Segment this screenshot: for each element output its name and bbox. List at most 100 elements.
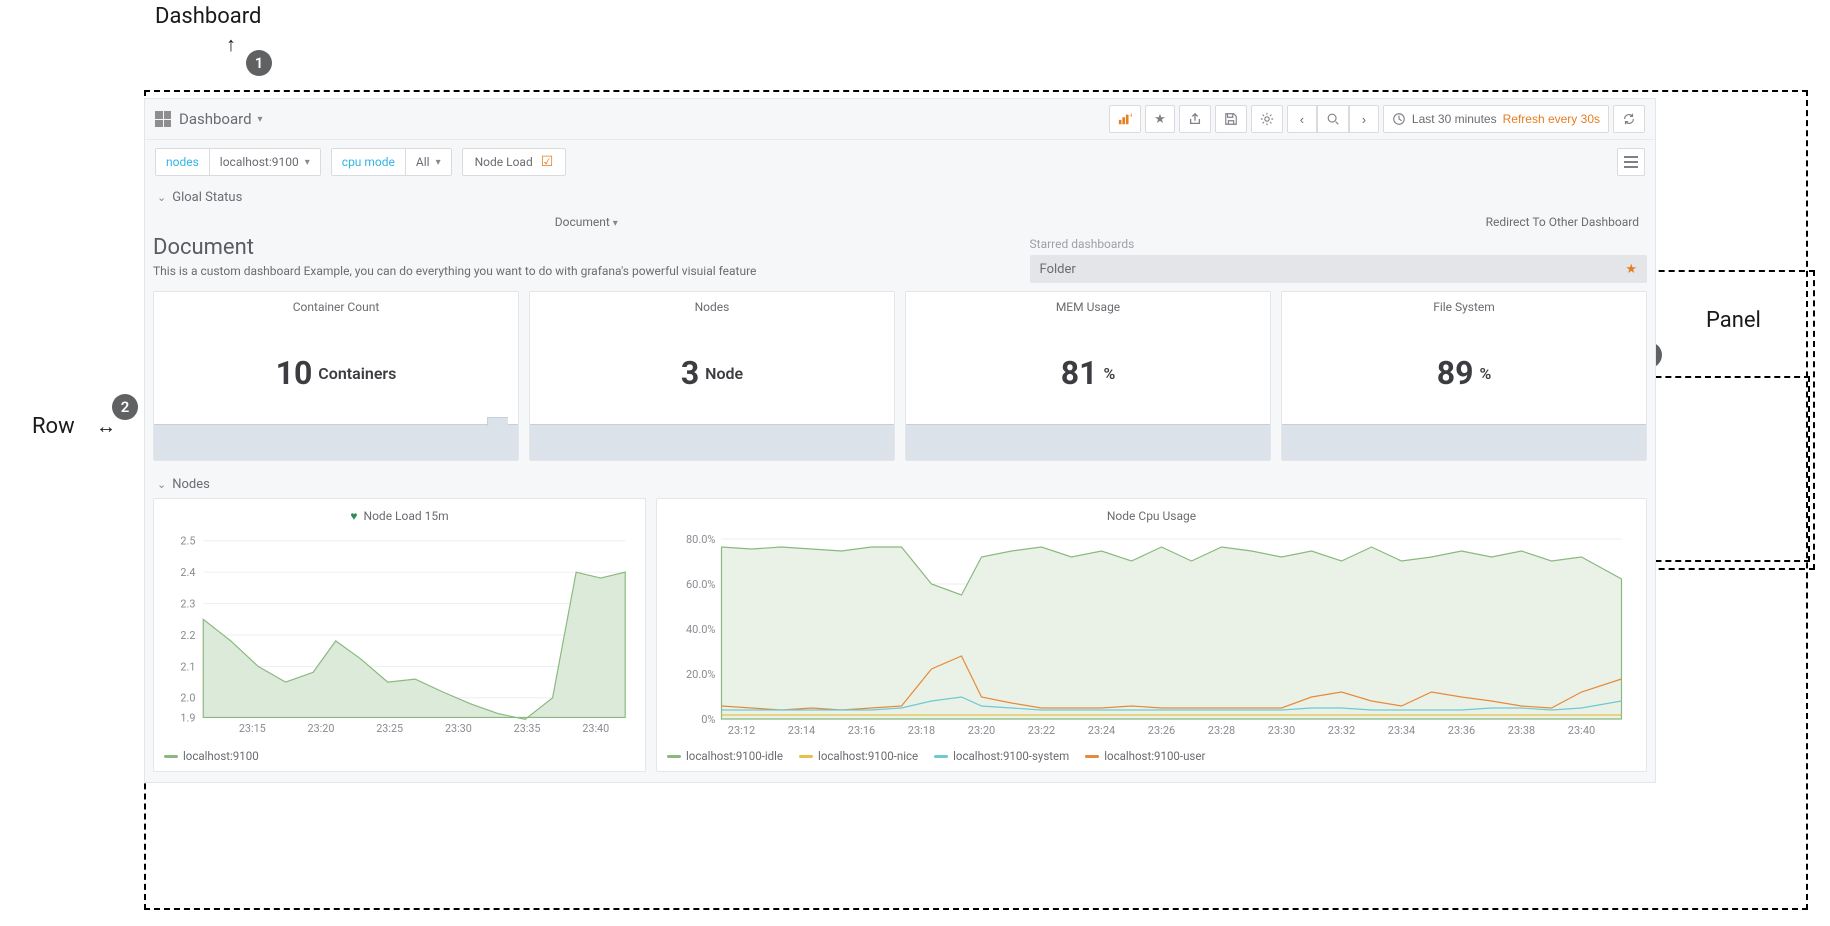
legend-item[interactable]: localhost:9100-idle [667,749,783,763]
svg-text:23:12: 23:12 [728,724,755,737]
panel-title-tab[interactable]: Document ▾ [153,211,1020,233]
stat-unit: Node [705,364,743,383]
svg-text:23:32: 23:32 [1328,724,1355,737]
star-icon: ★ [1625,262,1637,277]
stat-value: 81 [1061,354,1098,392]
svg-text:2.4: 2.4 [180,566,195,579]
settings-button[interactable] [1251,105,1283,133]
dashboard-title-dropdown[interactable]: Dashboard ▾ [179,110,263,128]
topbar-right: + ★ ‹ › Last 30 minutes Refresh every 30… [1109,105,1645,133]
variable-nodes-label: nodes [156,149,210,175]
svg-text:80.0%: 80.0% [686,533,716,546]
save-button[interactable] [1215,105,1247,133]
add-panel-button[interactable]: + [1109,105,1141,133]
legend-item[interactable]: localhost:9100 [164,749,259,763]
arrow-left-right-icon: ↔ [96,414,116,439]
svg-text:2.5: 2.5 [180,535,195,548]
chart-legend: localhost:9100 [164,743,635,763]
node-cpu-chart: 80.0%60.0%40.0%20.0%0% 23:1223:1423:1623… [667,529,1636,739]
variable-nodes[interactable]: nodes localhost:9100▾ [155,148,321,176]
svg-text:23:20: 23:20 [968,724,995,737]
svg-text:20.0%: 20.0% [686,668,716,681]
node-load-label: Node Load [475,155,533,169]
stat-unit: Containers [318,364,396,383]
refresh-interval-text: Refresh every 30s [1503,112,1600,126]
svg-text:1.9: 1.9 [180,711,195,724]
stat-value: 10 [276,354,313,392]
svg-text:23:22: 23:22 [1028,724,1055,737]
chevron-left-icon: ‹ [1300,112,1304,127]
sparkline [530,424,894,460]
chevron-down-icon: ▾ [258,114,263,125]
node-load-chart: 2.52.42.32.22.12.01.9 23:1523:2023:2523:… [164,529,635,739]
node-load-toggle[interactable]: Node Load ☑ [462,148,567,176]
row-menu-button[interactable] [1617,148,1645,176]
chevron-down-icon: ⌄ [157,478,166,491]
variable-cpu-mode-value: All▾ [406,149,451,175]
row-header-global-status[interactable]: ⌄ Gloal Status [145,184,1655,211]
gear-icon [1260,112,1274,126]
save-icon [1224,112,1238,126]
sparkline [906,424,1270,460]
stat-unit: % [1103,364,1115,383]
svg-text:+: + [1129,112,1132,119]
svg-text:2.3: 2.3 [180,598,195,611]
dashboard-grid-icon[interactable] [155,111,171,127]
panel-document: Document ▾ Document This is a custom das… [153,211,1020,283]
stats-row: Container Count 10Containers Nodes 3Node… [145,291,1655,471]
topbar: Dashboard ▾ + ★ ‹ › Last [145,99,1655,140]
chevron-down-icon: ▾ [436,157,441,168]
annotation-badge-1: 1 [246,50,272,76]
svg-text:23:25: 23:25 [376,722,403,735]
folder-link[interactable]: Folder ★ [1030,255,1647,283]
variable-nodes-value: localhost:9100▾ [210,149,320,175]
zoom-out-button[interactable] [1317,105,1349,133]
svg-text:23:14: 23:14 [788,724,815,737]
svg-text:2.1: 2.1 [180,660,195,673]
svg-text:23:34: 23:34 [1388,724,1415,737]
row-title: Gloal Status [172,190,242,205]
share-icon [1188,112,1202,126]
legend-item[interactable]: localhost:9100-system [934,749,1069,763]
panel-mem-usage: MEM Usage 81% [905,291,1271,461]
time-range-text: Last 30 minutes [1412,112,1497,126]
star-button[interactable]: ★ [1145,105,1175,133]
zoom-icon [1326,112,1340,126]
variable-cpu-mode-label: cpu mode [332,149,406,175]
folder-name: Folder [1040,262,1076,277]
check-icon: ☑ [541,154,554,170]
panel-redirect: Redirect To Other Dashboard Starred dash… [1030,211,1647,283]
row-header-nodes[interactable]: ⌄ Nodes [145,471,1655,498]
chart-title-text: Node Cpu Usage [1107,509,1196,523]
variable-cpu-mode[interactable]: cpu mode All▾ [331,148,452,176]
chart-title-text: Node Load 15m [364,509,449,523]
chevron-right-icon: › [1362,112,1366,127]
dashboard-title-text: Dashboard [179,110,252,128]
document-heading: Document [153,233,1020,264]
star-icon: ★ [1154,111,1166,127]
annotation-dashboard: Dashboard [155,4,261,29]
heart-icon: ♥ [350,509,357,523]
legend-item[interactable]: localhost:9100-nice [799,749,918,763]
time-forward-button[interactable]: › [1349,105,1379,133]
panel-node-load: ♥Node Load 15m 2.52.42.32.22.12.01.9 23:… [153,498,646,772]
topbar-left: Dashboard ▾ [155,110,263,128]
stat-title: MEM Usage [906,292,1270,322]
chevron-down-icon: ⌄ [157,191,166,204]
share-button[interactable] [1179,105,1211,133]
svg-text:23:28: 23:28 [1208,724,1235,737]
panel-title-tab[interactable]: Redirect To Other Dashboard [1030,211,1647,233]
chevron-down-icon: ▾ [305,157,310,168]
row-title: Nodes [172,477,210,492]
time-back-button[interactable]: ‹ [1287,105,1317,133]
svg-text:23:16: 23:16 [848,724,875,737]
chart-legend: localhost:9100-idle localhost:9100-nice … [667,743,1636,763]
legend-item[interactable]: localhost:9100-user [1085,749,1205,763]
starred-dashboards-label: Starred dashboards [1030,233,1647,255]
stat-title: File System [1282,292,1646,322]
sparkline [154,424,518,460]
time-range-button[interactable]: Last 30 minutes Refresh every 30s [1383,105,1609,133]
svg-text:23:30: 23:30 [445,722,472,735]
svg-text:40.0%: 40.0% [686,623,716,636]
refresh-button[interactable] [1613,105,1645,133]
